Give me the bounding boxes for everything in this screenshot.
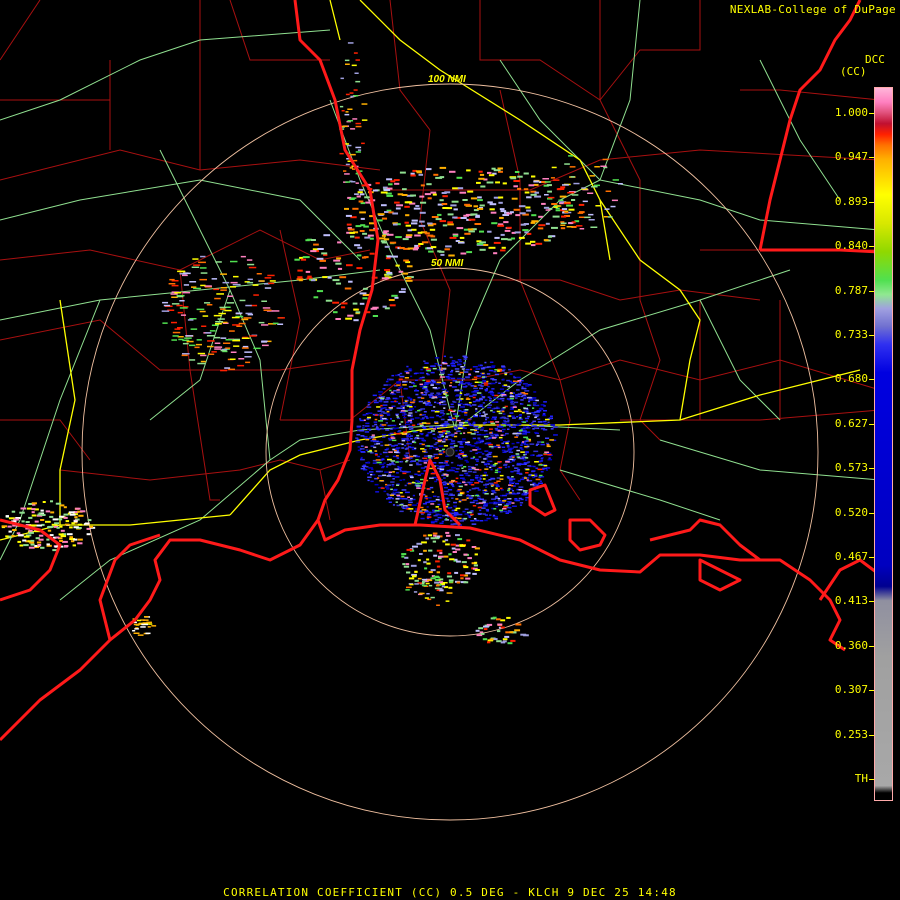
colorbar-tick-mark (869, 690, 874, 692)
colorbar-tick-mark (869, 113, 874, 114)
radar-site-marker (445, 447, 455, 457)
colorbar-tick-mark (869, 379, 874, 381)
colorbar-tick-label: 0.467 (834, 550, 868, 563)
colorbar-tick-mark (869, 246, 874, 248)
colorbar-tick-label: 0.360 (834, 638, 868, 652)
colorbar-tick-label: TH (854, 772, 868, 785)
colorbar-tick-label: 0.573 (834, 461, 868, 475)
colorbar-unit: (CC) (840, 65, 867, 78)
colorbar-tick-label: 0.520 (834, 505, 868, 519)
range-label-50: 50 NMI (431, 258, 463, 269)
colorbar-tick-label: 0.413 (834, 594, 868, 608)
product-code: DCC (865, 53, 885, 66)
colorbar-tick-mark (869, 512, 874, 514)
colorbar-tick-mark (869, 557, 874, 558)
credit-label: NEXLAB-College of DuPage (729, 3, 896, 16)
colorbar-tick-label: 0.733 (834, 328, 868, 341)
colorbar-tick-mark (869, 645, 874, 647)
colorbar-tick-label: 0.840 (834, 239, 868, 253)
range-label-100: 100 NMI (428, 74, 466, 85)
colorbar-tick-label: 0.680 (834, 372, 868, 386)
colorbar-tick-mark (869, 423, 874, 425)
colorbar-tick-mark (869, 157, 874, 159)
colorbar-tick-label: 0.627 (834, 416, 868, 430)
colorbar-tick-mark (869, 779, 874, 780)
product-footer: CORRELATION COEFFICIENT (CC) 0.5 DEG - K… (223, 886, 677, 899)
colorbar-tick-mark (869, 290, 874, 292)
colorbar-tick-mark (869, 601, 874, 603)
colorbar-tick-label: 0.893 (834, 194, 868, 208)
colorbar-tick-mark (869, 734, 874, 736)
radar-map: 100 NMI 50 NMI (0, 0, 900, 900)
colorbar-tick-mark (869, 468, 874, 470)
colorbar-tick-mark (869, 335, 874, 336)
colorbar-tick-mark (869, 201, 874, 203)
colorbar-tick-label: 0.947 (834, 150, 868, 164)
colorbar-tick-label: 0.307 (834, 683, 868, 697)
colorbar-tick-label: 0.253 (834, 727, 868, 741)
colorbar (874, 87, 893, 801)
colorbar-tick-label: 1.000 (834, 106, 868, 119)
colorbar-tick-label: 0.787 (834, 283, 868, 297)
